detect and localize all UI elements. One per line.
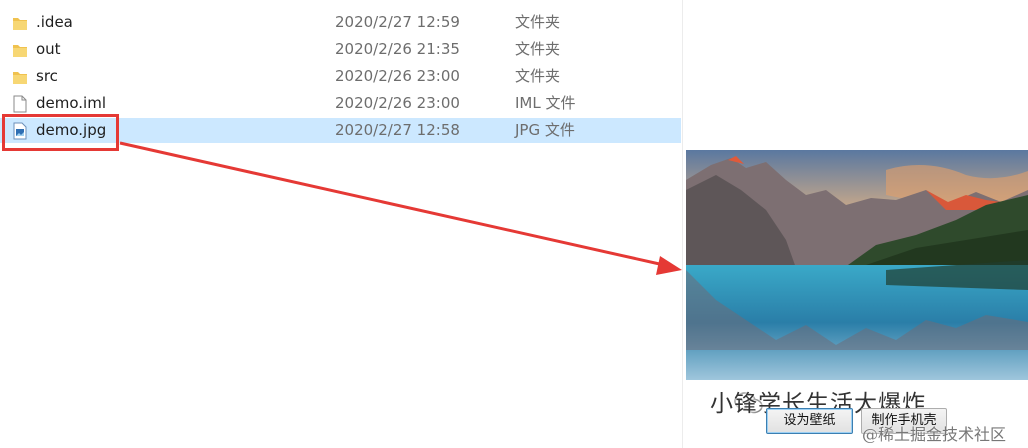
file-date: 2020/2/27 12:59 [335,13,460,31]
file-type: 文件夹 [515,13,561,31]
file-type: 文件夹 [515,40,561,58]
folder-icon [13,18,27,30]
pane-divider [682,0,683,448]
file-name: out [36,40,61,58]
file-date: 2020/2/27 12:58 [335,121,460,139]
image-preview [686,150,1028,380]
file-row-out[interactable]: out 2020/2/26 21:35 文件夹 [0,37,681,62]
file-name: .idea [36,13,73,31]
file-date: 2020/2/26 23:00 [335,94,460,112]
folder-icon [13,72,27,84]
file-type: IML 文件 [515,94,576,112]
file-name: src [36,67,58,85]
file-type: 文件夹 [515,67,561,85]
file-name: demo.iml [36,94,106,112]
folder-icon [13,45,27,57]
watermark-credit: @稀土掘金技术社区 [862,425,1007,444]
annotation-highlight-box [2,114,119,151]
file-date: 2020/2/26 21:35 [335,40,460,58]
file-explorer: .idea 2020/2/27 12:59 文件夹 out 2020/2/26 … [0,0,683,448]
file-type: JPG 文件 [515,121,575,139]
file-icon [13,95,27,113]
file-row-src[interactable]: src 2020/2/26 23:00 文件夹 [0,64,681,89]
file-date: 2020/2/26 23:00 [335,67,460,85]
file-row-idea[interactable]: .idea 2020/2/27 12:59 文件夹 [0,10,681,35]
file-row-demo-iml[interactable]: demo.iml 2020/2/26 23:00 IML 文件 [0,91,681,116]
set-wallpaper-button[interactable]: 设为壁纸 [766,408,853,434]
